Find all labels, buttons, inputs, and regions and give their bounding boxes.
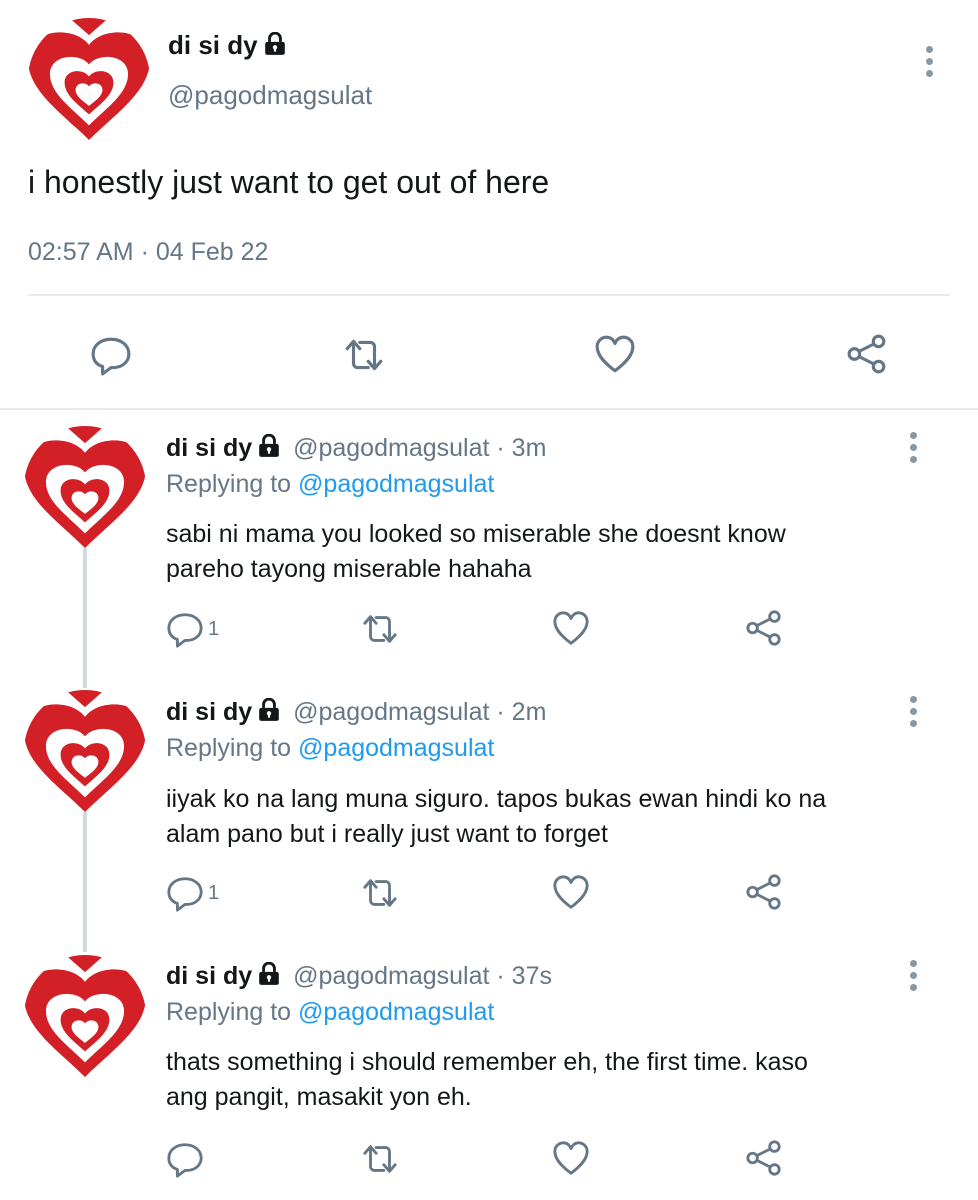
reply-header: di si dy @pagodmagsulat · 2m	[166, 698, 546, 727]
reply-time: · 37s	[496, 962, 552, 990]
share-icon	[745, 872, 783, 912]
reply-icon	[90, 334, 132, 376]
retweet-button[interactable]	[358, 874, 402, 912]
more-icon[interactable]	[908, 432, 918, 463]
avatar[interactable]	[24, 690, 146, 812]
replying-to-link[interactable]: @pagodmagsulat	[298, 734, 494, 762]
retweet-icon	[358, 1140, 402, 1178]
reply-button[interactable]: 1	[166, 610, 219, 648]
share-icon	[846, 332, 888, 376]
reply-button[interactable]	[90, 334, 132, 376]
display-name-text[interactable]: di si dy	[168, 30, 258, 60]
reply-header: di si dy @pagodmagsulat · 3m	[166, 434, 546, 463]
reply-icon	[166, 1140, 204, 1178]
thread-line	[83, 548, 87, 688]
replying-to: Replying to @pagodmagsulat	[166, 470, 494, 499]
reply-icon	[166, 874, 204, 912]
like-icon	[552, 610, 590, 648]
like-icon	[552, 1140, 590, 1178]
replying-label: Replying to	[166, 998, 292, 1026]
lock-icon	[258, 698, 280, 722]
retweet-button[interactable]	[358, 1140, 402, 1178]
retweet-icon	[340, 334, 388, 376]
reply-text-line: alam pano but i really just want to forg…	[166, 820, 608, 848]
display-name[interactable]: di si dy	[166, 434, 252, 462]
lock-icon	[264, 32, 286, 56]
avatar[interactable]	[28, 18, 150, 140]
more-icon[interactable]	[924, 46, 934, 77]
retweet-icon	[358, 874, 402, 912]
retweet-button[interactable]	[340, 334, 388, 376]
reply-text-line: pareho tayong miserable hahaha	[166, 555, 532, 583]
replying-label: Replying to	[166, 734, 292, 762]
tweet-timestamp: 02:57 AM · 04 Feb 22	[28, 238, 269, 266]
handle[interactable]: @pagodmagsulat	[293, 698, 489, 726]
handle[interactable]: @pagodmagsulat	[293, 962, 489, 990]
reply-text: sabi ni mama you looked so miserable she…	[166, 517, 786, 587]
retweet-button[interactable]	[358, 610, 402, 648]
replying-label: Replying to	[166, 470, 292, 498]
like-button[interactable]	[552, 610, 590, 648]
like-button[interactable]	[552, 874, 590, 912]
reply-icon	[166, 610, 204, 648]
reply-text: thats something i should remember eh, th…	[166, 1045, 808, 1115]
more-icon[interactable]	[908, 696, 918, 727]
lock-icon	[258, 434, 280, 458]
share-button[interactable]	[745, 608, 783, 648]
thread-line	[83, 812, 87, 952]
share-button[interactable]	[745, 1138, 783, 1178]
divider	[28, 294, 950, 296]
reply-count: 1	[208, 617, 220, 640]
reply-header: di si dy @pagodmagsulat · 37s	[166, 962, 552, 991]
like-icon	[552, 874, 590, 912]
like-button[interactable]	[552, 1140, 590, 1178]
handle[interactable]: @pagodmagsulat	[293, 434, 489, 462]
reply-button[interactable]	[166, 1140, 208, 1178]
display-name[interactable]: di si dy	[168, 30, 286, 61]
reply-count: 1	[208, 881, 220, 904]
reply-text: iiyak ko na lang muna siguro. tapos buka…	[166, 782, 826, 852]
share-icon	[745, 1138, 783, 1178]
more-icon[interactable]	[908, 960, 918, 991]
reply-text-line: ang pangit, masakit yon eh.	[166, 1083, 472, 1111]
reply-text-line: sabi ni mama you looked so miserable she…	[166, 520, 786, 548]
tweet-text: i honestly just want to get out of here	[28, 164, 550, 200]
replying-to: Replying to @pagodmagsulat	[166, 998, 494, 1027]
divider	[0, 408, 978, 410]
reply-time: · 3m	[496, 434, 547, 462]
like-icon	[594, 334, 636, 376]
reply-time: · 2m	[496, 698, 547, 726]
display-name[interactable]: di si dy	[166, 962, 252, 990]
handle[interactable]: @pagodmagsulat	[168, 80, 372, 111]
retweet-icon	[358, 610, 402, 648]
reply-text-line: thats something i should remember eh, th…	[166, 1048, 808, 1076]
like-button[interactable]	[594, 334, 636, 376]
reply-text-line: iiyak ko na lang muna siguro. tapos buka…	[166, 785, 827, 813]
share-button[interactable]	[745, 872, 783, 912]
share-icon	[745, 608, 783, 648]
lock-icon	[258, 962, 280, 986]
display-name[interactable]: di si dy	[166, 698, 252, 726]
replying-to: Replying to @pagodmagsulat	[166, 734, 494, 763]
share-button[interactable]	[846, 332, 888, 376]
avatar[interactable]	[24, 426, 146, 548]
reply-button[interactable]: 1	[166, 874, 219, 912]
avatar[interactable]	[24, 955, 146, 1077]
replying-to-link[interactable]: @pagodmagsulat	[298, 998, 494, 1026]
replying-to-link[interactable]: @pagodmagsulat	[298, 470, 494, 498]
